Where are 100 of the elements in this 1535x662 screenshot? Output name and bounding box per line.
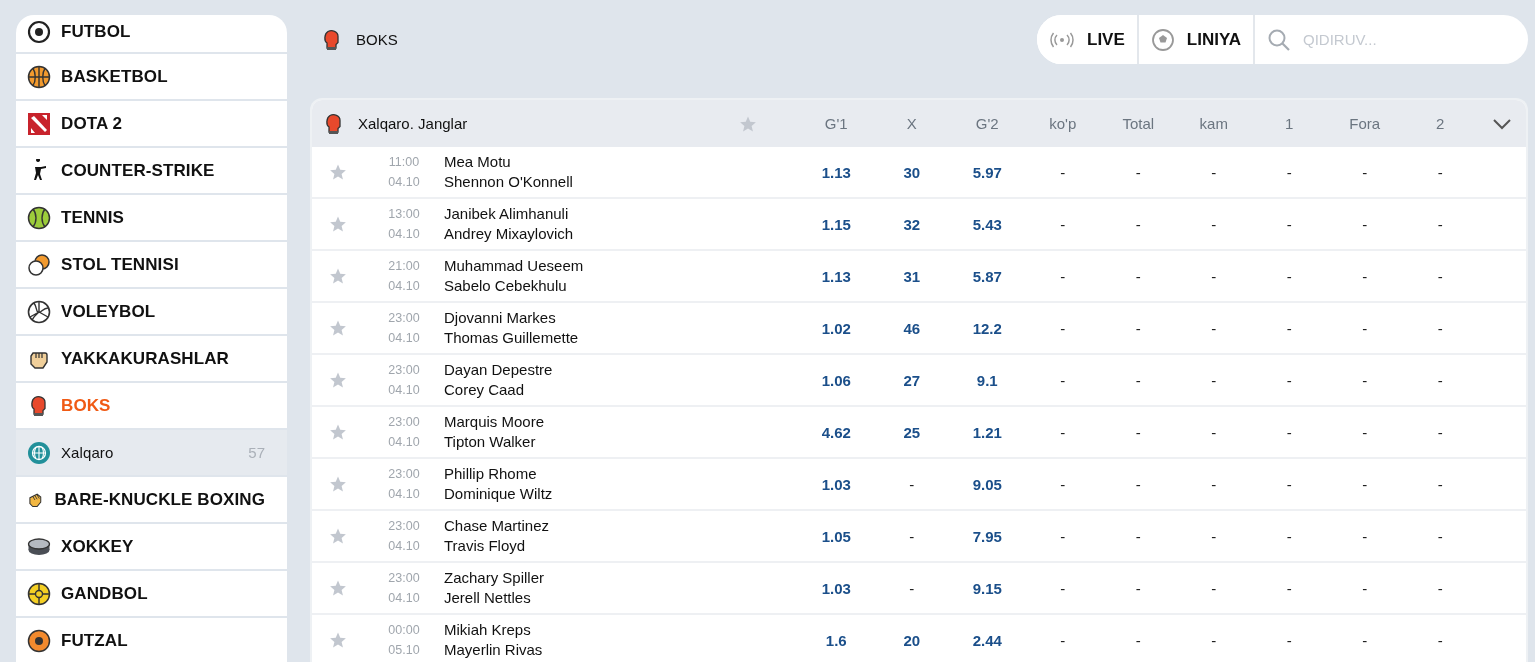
odds-cell[interactable]: -: [1327, 631, 1403, 649]
odds-cell[interactable]: -: [1327, 319, 1403, 337]
star-icon[interactable]: [329, 267, 347, 285]
category-item[interactable]: Xalqaro 57: [16, 430, 287, 475]
odds-cell[interactable]: -: [1327, 267, 1403, 285]
odds-cell[interactable]: -: [1402, 475, 1478, 493]
sport-item[interactable]: BARE-KNUCKLE BOXING: [16, 477, 287, 522]
fighter-name[interactable]: Marquis Moore: [444, 412, 799, 432]
odds-cell[interactable]: -: [1176, 579, 1252, 597]
fighter-name[interactable]: Djovanni Markes: [444, 308, 799, 328]
fighter-name[interactable]: Zachary Spiller: [444, 568, 799, 588]
odds-cell[interactable]: -: [1251, 423, 1327, 441]
odds-cell[interactable]: -: [1176, 215, 1252, 233]
star-icon[interactable]: [329, 371, 347, 389]
star-icon[interactable]: [329, 163, 347, 181]
odds-cell[interactable]: 1.15: [798, 215, 874, 233]
odds-cell[interactable]: -: [1100, 371, 1176, 389]
odds-cell[interactable]: -: [1402, 423, 1478, 441]
odds-cell[interactable]: -: [1327, 475, 1403, 493]
odds-cell[interactable]: -: [1100, 215, 1176, 233]
fighter-name[interactable]: Jerell Nettles: [444, 588, 799, 608]
sport-item[interactable]: FUTZAL: [16, 618, 287, 662]
fighter-name[interactable]: Andrey Mixaylovich: [444, 224, 799, 244]
odds-cell[interactable]: -: [1100, 267, 1176, 285]
odds-cell[interactable]: -: [1402, 215, 1478, 233]
odds-cell[interactable]: -: [1100, 423, 1176, 441]
odds-cell[interactable]: -: [1025, 527, 1101, 545]
sport-item[interactable]: BASKETBOL: [16, 54, 287, 99]
odds-cell[interactable]: -: [874, 579, 950, 597]
odds-cell[interactable]: 1.13: [798, 163, 874, 181]
odds-cell[interactable]: -: [1327, 371, 1403, 389]
odds-cell[interactable]: -: [1100, 163, 1176, 181]
odds-cell[interactable]: -: [1176, 163, 1252, 181]
odds-cell[interactable]: -: [1100, 631, 1176, 649]
odds-cell[interactable]: 1.21: [949, 423, 1025, 441]
star-icon[interactable]: [329, 423, 347, 441]
fighter-name[interactable]: Janibek Alimhanuli: [444, 204, 799, 224]
star-icon[interactable]: [329, 319, 347, 337]
odds-cell[interactable]: 32: [874, 215, 950, 233]
odds-cell[interactable]: -: [1025, 631, 1101, 649]
odds-cell[interactable]: 25: [874, 423, 950, 441]
odds-cell[interactable]: -: [1176, 319, 1252, 337]
sport-item[interactable]: TENNIS: [16, 195, 287, 240]
odds-cell[interactable]: 1.02: [798, 319, 874, 337]
star-icon[interactable]: [329, 527, 347, 545]
fighter-name[interactable]: Mikiah Kreps: [444, 620, 799, 640]
fighter-name[interactable]: Sabelo Cebekhulu: [444, 276, 799, 296]
fighter-name[interactable]: Mea Motu: [444, 152, 799, 172]
chevron-down-icon[interactable]: [1493, 117, 1511, 130]
odds-cell[interactable]: -: [1402, 267, 1478, 285]
odds-cell[interactable]: -: [1176, 527, 1252, 545]
odds-cell[interactable]: -: [1025, 215, 1101, 233]
star-icon[interactable]: [329, 579, 347, 597]
odds-cell[interactable]: -: [1176, 475, 1252, 493]
odds-cell[interactable]: -: [1327, 527, 1403, 545]
odds-cell[interactable]: 46: [874, 319, 950, 337]
star-icon[interactable]: [329, 215, 347, 233]
odds-cell[interactable]: -: [1251, 579, 1327, 597]
odds-cell[interactable]: -: [1327, 163, 1403, 181]
sport-item[interactable]: GANDBOL: [16, 571, 287, 616]
odds-cell[interactable]: -: [1251, 319, 1327, 337]
odds-cell[interactable]: -: [1251, 527, 1327, 545]
odds-cell[interactable]: -: [874, 527, 950, 545]
odds-cell[interactable]: 12.2: [949, 319, 1025, 337]
odds-cell[interactable]: 7.95: [949, 527, 1025, 545]
odds-cell[interactable]: -: [874, 475, 950, 493]
odds-cell[interactable]: 1.03: [798, 579, 874, 597]
sport-item[interactable]: XOKKEY: [16, 524, 287, 569]
odds-cell[interactable]: -: [1251, 267, 1327, 285]
odds-cell[interactable]: 30: [874, 163, 950, 181]
odds-cell[interactable]: -: [1327, 579, 1403, 597]
sport-item[interactable]: FUTBOL: [16, 15, 287, 52]
odds-cell[interactable]: -: [1402, 631, 1478, 649]
odds-cell[interactable]: -: [1402, 163, 1478, 181]
odds-cell[interactable]: -: [1025, 267, 1101, 285]
odds-cell[interactable]: -: [1327, 423, 1403, 441]
sport-item[interactable]: STOL TENNISI: [16, 242, 287, 287]
odds-cell[interactable]: 5.43: [949, 215, 1025, 233]
odds-cell[interactable]: 1.03: [798, 475, 874, 493]
odds-cell[interactable]: -: [1176, 371, 1252, 389]
odds-cell[interactable]: 20: [874, 631, 950, 649]
odds-cell[interactable]: -: [1100, 527, 1176, 545]
fighter-name[interactable]: Muhammad Ueseem: [444, 256, 799, 276]
odds-cell[interactable]: 5.97: [949, 163, 1025, 181]
fighter-name[interactable]: Chase Martinez: [444, 516, 799, 536]
odds-cell[interactable]: -: [1025, 371, 1101, 389]
fighter-name[interactable]: Dayan Depestre: [444, 360, 799, 380]
fighter-name[interactable]: Dominique Wiltz: [444, 484, 799, 504]
odds-cell[interactable]: 1.06: [798, 371, 874, 389]
star-icon[interactable]: [329, 475, 347, 493]
fighter-name[interactable]: Corey Caad: [444, 380, 799, 400]
odds-cell[interactable]: -: [1251, 631, 1327, 649]
sport-item[interactable]: YAKKAKURASHLAR: [16, 336, 287, 381]
fighter-name[interactable]: Travis Floyd: [444, 536, 799, 556]
odds-cell[interactable]: -: [1402, 319, 1478, 337]
odds-cell[interactable]: 31: [874, 267, 950, 285]
odds-cell[interactable]: -: [1402, 371, 1478, 389]
fighter-name[interactable]: Thomas Guillemette: [444, 328, 799, 348]
odds-cell[interactable]: -: [1100, 475, 1176, 493]
odds-cell[interactable]: -: [1025, 579, 1101, 597]
